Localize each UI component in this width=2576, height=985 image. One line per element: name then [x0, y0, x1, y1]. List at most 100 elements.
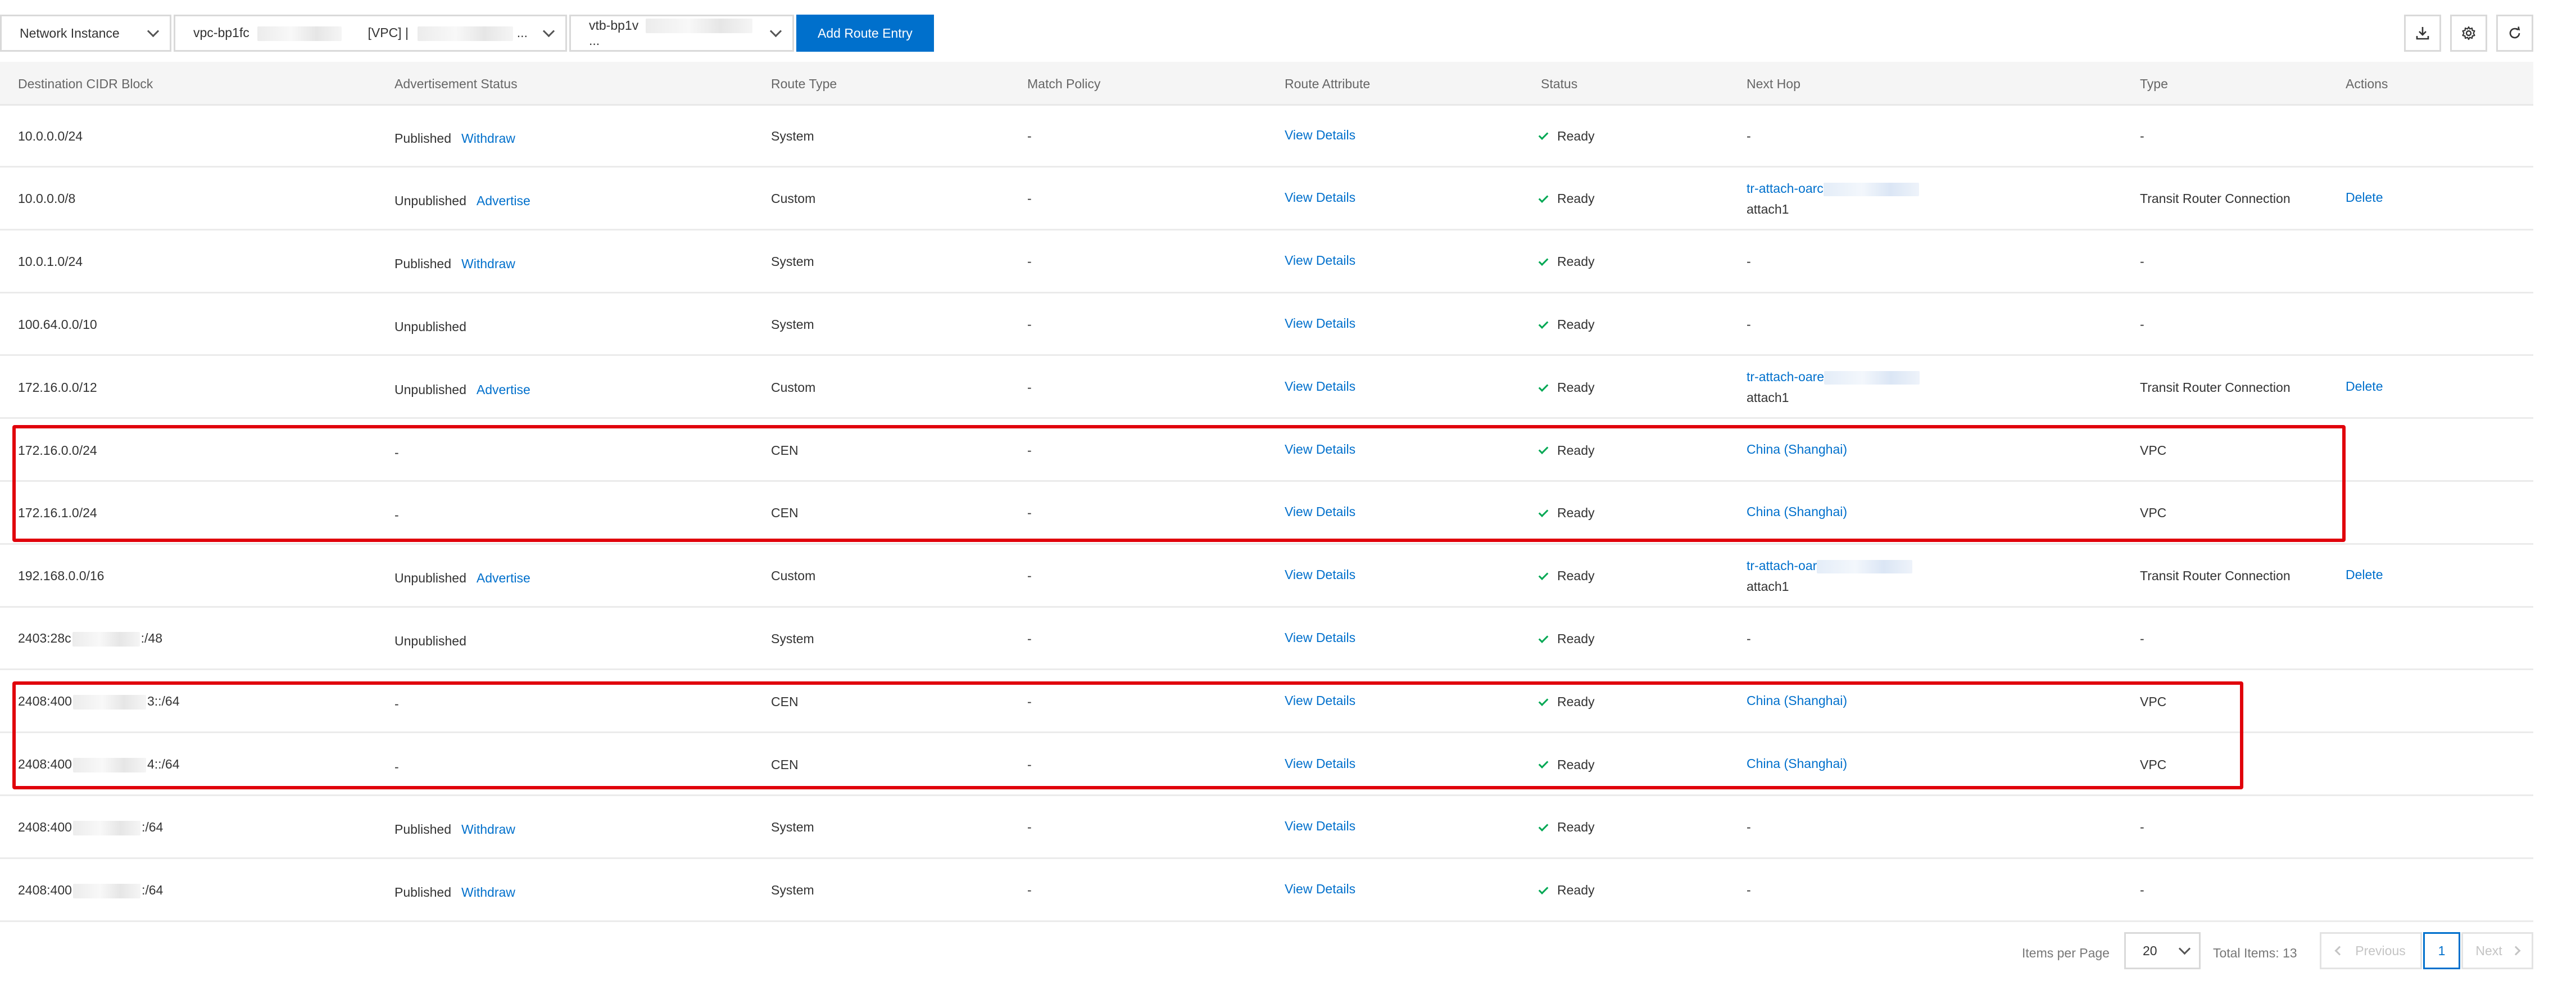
destination-suffix: 3::/64 [147, 694, 180, 709]
view-details-link[interactable]: View Details [1285, 316, 1355, 331]
advertisement-status-text: Published [394, 130, 452, 146]
cell-actions: Delete [2346, 545, 2383, 608]
vtb-id-prefix: vtb-bp1v [589, 17, 639, 33]
advertise-link[interactable]: Advertise [477, 382, 530, 397]
cell-route-type: CEN [771, 757, 799, 772]
next-hop-attachment: tr-attach-oare [1747, 369, 1920, 385]
next-hop-region-link[interactable]: China (Shanghai) [1747, 504, 1847, 519]
cell-destination: 10.0.0.0/8 [18, 168, 75, 231]
view-details-link[interactable]: View Details [1285, 630, 1355, 645]
withdraw-link[interactable]: Withdraw [461, 131, 515, 146]
redacted-text [72, 695, 146, 710]
toolbar: Network Instance vpc-bp1fc [VPC] | ... v… [0, 15, 934, 52]
add-route-entry-button[interactable]: Add Route Entry [796, 15, 934, 52]
advertise-link[interactable]: Advertise [477, 571, 530, 585]
advertisement-status: - [394, 445, 399, 460]
advertisement-status-text: Unpublished [394, 571, 466, 586]
vpc-id-prefix: vpc-bp1fc [193, 25, 250, 40]
view-details-link[interactable]: View Details [1285, 128, 1355, 143]
view-details-link[interactable]: View Details [1285, 567, 1355, 582]
cell-status: Ready [1538, 293, 1594, 356]
next-hop-region-link[interactable]: China (Shanghai) [1747, 693, 1847, 708]
next-hop-region-link[interactable]: China (Shanghai) [1747, 756, 1847, 771]
redacted-text [72, 757, 146, 772]
advertisement-status: Unpublished Advertise [394, 571, 530, 586]
destination-cidr: 10.0.0.0/24 [18, 129, 83, 144]
destination-prefix: 10.0.0.0/24 [18, 128, 83, 143]
advertisement-status-text: - [394, 696, 399, 711]
next-page-button[interactable]: Next [2461, 932, 2533, 969]
cell-route-type: CEN [771, 442, 799, 458]
view-details-link[interactable]: View Details [1285, 190, 1355, 205]
next-hop-region-link[interactable]: China (Shanghai) [1747, 442, 1847, 457]
cell-route-attribute: View Details [1285, 419, 1355, 482]
cell-destination: 172.16.0.0/24 [18, 419, 97, 482]
view-details-link[interactable]: View Details [1285, 819, 1355, 834]
cell-route-attribute: View Details [1285, 733, 1355, 796]
route-table-select[interactable]: vtb-bp1v ... [569, 15, 794, 52]
next-hop-link[interactable]: tr-attach-oar [1747, 558, 1817, 573]
vpc-select[interactable]: vpc-bp1fc [VPC] | ... [174, 15, 567, 52]
destination-cidr: 172.16.1.0/24 [18, 505, 97, 521]
cell-type: VPC [2140, 694, 2167, 709]
cell-route-attribute: View Details [1285, 168, 1355, 231]
status-text: Ready [1557, 631, 1595, 646]
cell-route-attribute: View Details [1285, 231, 1355, 293]
view-details-link[interactable]: View Details [1285, 379, 1355, 394]
cell-advertisement-status: - [394, 482, 399, 545]
checkmark-icon [1538, 507, 1549, 518]
cell-route-type: CEN [771, 505, 799, 521]
destination-prefix: 172.16.0.0/12 [18, 379, 97, 395]
delete-link[interactable]: Delete [2346, 190, 2383, 205]
cell-advertisement-status: - [394, 670, 399, 733]
table-row: 2408:400 3::/64 - CEN - View Details Ready Chin… [0, 670, 2533, 734]
withdraw-link[interactable]: Withdraw [461, 822, 515, 837]
cell-match-policy: - [1027, 379, 1032, 395]
cell-destination: 2408:400:/64 [18, 859, 163, 922]
view-details-link[interactable]: View Details [1285, 693, 1355, 708]
cell-next-hop: tr-attach-oar attach1 [1747, 545, 1913, 608]
previous-page-button[interactable]: Previous [2320, 932, 2422, 969]
view-details-link[interactable]: View Details [1285, 442, 1355, 457]
download-button[interactable] [2404, 15, 2441, 52]
cell-route-type: Custom [771, 379, 816, 395]
settings-button[interactable] [2450, 15, 2487, 52]
gear-icon [2462, 26, 2475, 40]
view-details-link[interactable]: View Details [1285, 504, 1355, 519]
items-per-page-label: Items per Page [2022, 946, 2110, 960]
cell-type: - [2140, 128, 2144, 143]
refresh-button[interactable] [2496, 15, 2533, 52]
next-hop-link[interactable]: tr-attach-oarc [1747, 181, 1824, 196]
withdraw-link[interactable]: Withdraw [461, 256, 515, 271]
destination-suffix: 4::/64 [147, 757, 180, 772]
current-page-number: 1 [2438, 943, 2446, 958]
cell-advertisement-status: Unpublished Advertise [394, 356, 530, 419]
view-details-link[interactable]: View Details [1285, 756, 1355, 771]
cell-route-attribute: View Details [1285, 670, 1355, 733]
chevron-down-icon [2178, 942, 2191, 955]
table-row: 10.0.0.0/24 Published Withdraw System - View … [0, 105, 2533, 168]
view-details-link[interactable]: View Details [1285, 882, 1355, 897]
delete-link[interactable]: Delete [2346, 379, 2383, 394]
view-details-link[interactable]: View Details [1285, 253, 1355, 268]
cell-match-policy: - [1027, 820, 1032, 835]
checkmark-icon [1538, 695, 1549, 706]
table-row: 2408:400:/64 Published Withdraw System - View… [0, 859, 2533, 922]
delete-link[interactable]: Delete [2346, 567, 2383, 582]
next-hop-link[interactable]: tr-attach-oare [1747, 369, 1824, 384]
destination-prefix: 10.0.0.0/8 [18, 191, 76, 206]
network-instance-select[interactable]: Network Instance [0, 15, 171, 52]
cell-advertisement-status: Unpublished Advertise [394, 168, 530, 231]
cell-next-hop: - [1747, 820, 1751, 835]
withdraw-link[interactable]: Withdraw [461, 885, 515, 900]
destination-prefix: 10.0.1.0/24 [18, 254, 83, 269]
advertise-link[interactable]: Advertise [477, 193, 530, 208]
cell-status: Ready [1538, 356, 1594, 419]
cell-next-hop: China (Shanghai) [1747, 670, 1847, 733]
previous-page-label: Previous [2355, 943, 2406, 958]
checkmark-icon [1538, 130, 1549, 141]
page-1-button[interactable]: 1 [2423, 932, 2460, 969]
checkmark-icon [1538, 193, 1549, 204]
status-value: Ready [1538, 883, 1594, 898]
items-per-page-select[interactable]: 20 [2124, 932, 2201, 969]
